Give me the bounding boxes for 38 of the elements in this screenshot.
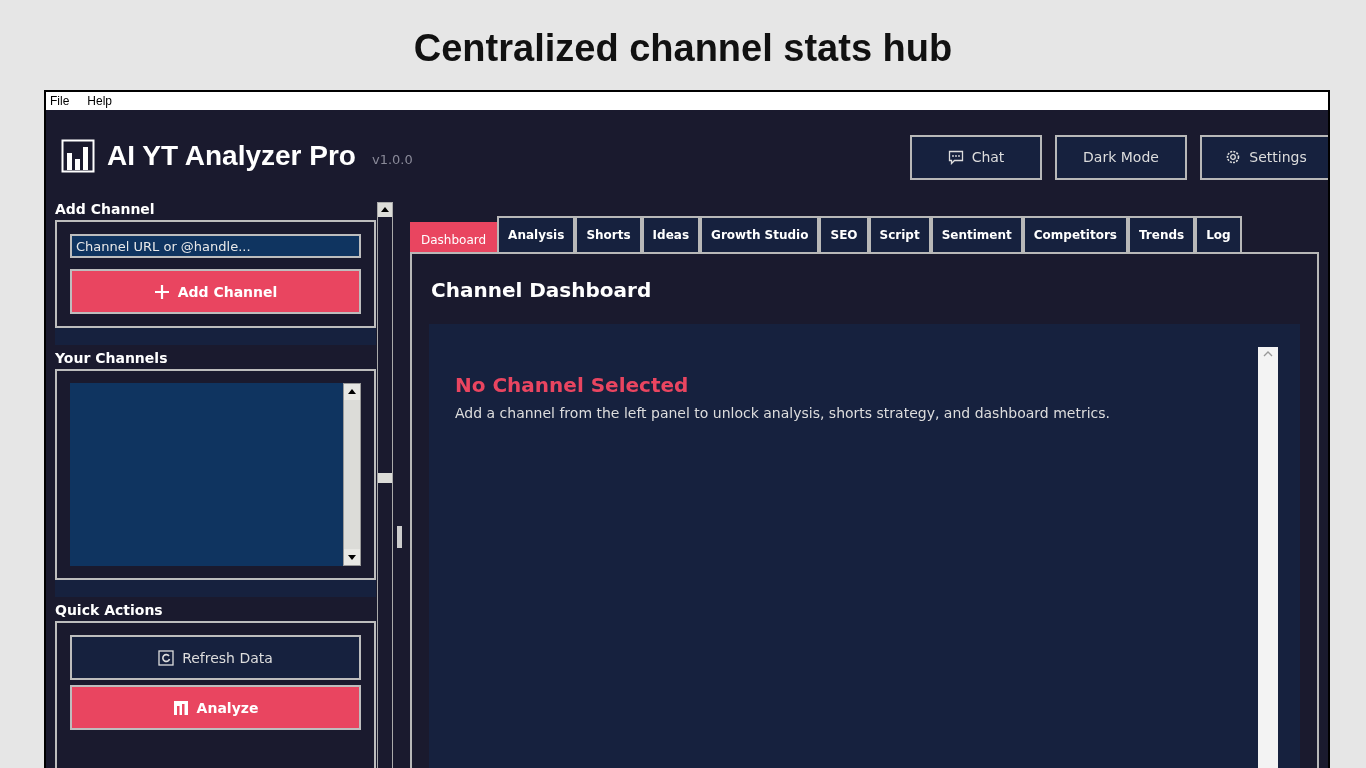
refresh-icon xyxy=(158,649,175,666)
section-heading: Your Channels xyxy=(55,349,169,368)
analyze-button[interactable]: Analyze xyxy=(70,685,361,730)
app-title: AI YT Analyzer Pro xyxy=(107,140,356,172)
tab[interactable]: SEO xyxy=(819,216,869,252)
menu-item[interactable]: Help xyxy=(85,92,115,110)
scroll-thumb[interactable] xyxy=(378,473,392,483)
bar-chart-icon xyxy=(61,139,95,173)
chat-icon xyxy=(947,149,964,165)
version-label: v1.0.0 xyxy=(371,151,413,167)
plus-icon xyxy=(153,283,170,300)
tab[interactable]: Log xyxy=(1195,216,1242,252)
tab[interactable]: Script xyxy=(868,216,931,252)
header-button[interactable]: Dark Mode xyxy=(1055,134,1187,180)
menu-item[interactable]: File xyxy=(48,92,72,110)
tab[interactable]: Dashboard xyxy=(410,222,498,252)
header-button[interactable]: Chat xyxy=(910,134,1042,180)
add-channel-button[interactable]: Add Channel xyxy=(70,269,361,314)
empty-state-title: No Channel Selected xyxy=(455,373,690,397)
bar-chart-icon xyxy=(172,699,189,716)
dashboard-title: Channel Dashboard xyxy=(430,277,653,304)
tab[interactable]: Shorts xyxy=(575,216,642,252)
tab[interactable]: Ideas xyxy=(641,216,701,252)
tab[interactable]: Trends xyxy=(1127,216,1196,252)
section-heading: Quick Actions xyxy=(55,601,164,620)
channel-url-field[interactable]: Channel URL or @handle... xyxy=(70,234,361,258)
tab[interactable]: Analysis xyxy=(497,216,576,252)
section-heading: Add Channel xyxy=(55,200,156,219)
empty-state-text: Add a channel from the left panel to unlock analysis, shorts strategy, and dashboard metrics. xyxy=(455,405,1111,421)
settings-icon xyxy=(1225,149,1242,165)
tab[interactable]: Competitors xyxy=(1022,216,1128,252)
tab[interactable]: Sentiment xyxy=(930,216,1023,252)
scrollbar[interactable] xyxy=(343,383,361,566)
tab[interactable]: Growth Studio xyxy=(700,216,820,252)
scrollbar[interactable] xyxy=(377,202,393,768)
header-button[interactable]: Settings xyxy=(1200,134,1328,180)
refresh-button[interactable]: Refresh Data xyxy=(70,635,361,680)
page-title: Centralized channel stats hub xyxy=(412,26,954,71)
